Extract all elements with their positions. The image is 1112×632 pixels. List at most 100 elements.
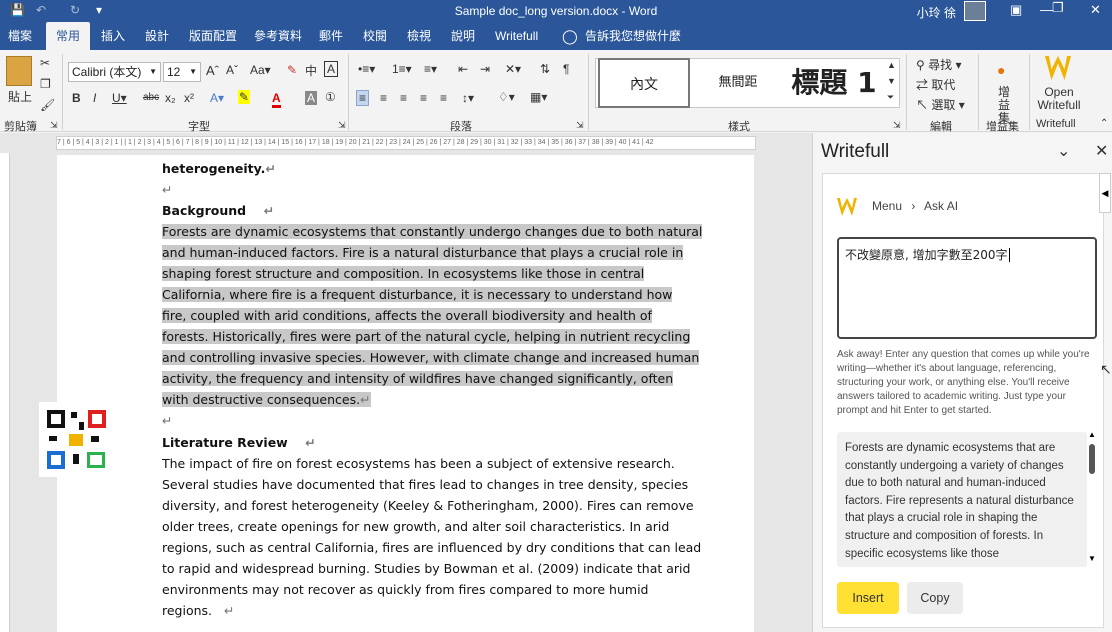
literature-section: Literature Review ↵ The impact of fire o… [162,432,701,621]
font-launcher-icon[interactable]: ⇲ [338,120,346,131]
tab-references[interactable]: 參考資料 [254,22,302,50]
shrink-font-icon[interactable]: Aˇ [226,63,238,77]
breadcrumb: Menu › Ask AI [872,199,958,213]
vertical-ruler[interactable] [0,153,10,632]
close-icon[interactable]: ✕ [1090,2,1101,18]
answer-scrollbar[interactable]: ▲ ▼ [1087,430,1097,567]
paste-button[interactable]: 貼上 [8,88,32,105]
prompt-input[interactable]: 不改變原意, 增加字數至200字 [837,237,1097,339]
styles-scroll-down-icon[interactable]: ▼ [887,76,896,86]
replace-button[interactable]: ⇄ 取代 [916,76,955,93]
document-page[interactable]: heterogeneity.↵ ↵ Background ↵ Forests a… [57,155,754,632]
styles-launcher-icon[interactable]: ⇲ [893,120,901,131]
lightbulb-icon: ◯ [562,28,578,44]
shading-icon[interactable]: ♢▾ [498,90,515,104]
styles-scroll-up-icon[interactable]: ▲ [887,60,896,70]
char-border-icon[interactable]: A [324,61,339,77]
distributed-icon[interactable]: ≡ [440,91,447,105]
tab-layout[interactable]: 版面配置 [189,22,237,50]
chinese-layout-icon[interactable]: ✕▾ [505,62,521,76]
text-line: older trees, create openings for new gro… [162,519,670,534]
cut-icon[interactable]: ✂ [40,56,50,70]
restore-icon[interactable]: ❐ [1052,0,1064,16]
align-left-icon[interactable]: ≡ [356,90,370,106]
text-effects-icon[interactable]: A▾ [210,91,224,105]
font-name-select[interactable]: Calibri (本文) ▼ [68,62,161,82]
tab-insert[interactable]: 插入 [101,22,125,50]
paragraph-launcher-icon[interactable]: ⇲ [576,120,584,131]
grow-font-icon[interactable]: Aˆ [206,63,219,78]
enclose-chars-icon[interactable]: ① [325,90,336,104]
style-no-spacing[interactable]: 無間距 [692,58,784,108]
find-button[interactable]: ⚲ 尋找 ▾ [916,56,962,73]
clear-format-icon[interactable]: ✎ [287,63,297,77]
select-button[interactable]: ↖ 選取 ▾ [916,96,965,113]
collapse-side-icon[interactable]: ◀ [1099,173,1111,213]
scroll-down-icon[interactable]: ▼ [1088,554,1096,563]
copy-icon[interactable]: ❐ [40,77,51,91]
align-right-icon[interactable]: ≡ [400,91,407,105]
bullets-icon[interactable]: •≡▾ [358,62,375,76]
font-color-icon[interactable]: A [272,91,281,108]
font-size-select[interactable]: 12 ▼ [163,62,201,82]
justify-icon[interactable]: ≡ [420,91,427,105]
tab-review[interactable]: 校閱 [363,22,387,50]
document-area: 7 | 6 | 5 | 4 | 3 | 2 | 1 | | 1 | 2 | 3 … [0,133,812,632]
addins-group-label: 增益集 [986,121,1019,133]
text-line: to rapid and widespread burning. Studies… [162,561,691,576]
user-name[interactable]: 小玲 徐 [917,4,956,21]
multilevel-icon[interactable]: ≡▾ [424,62,437,76]
scroll-up-icon[interactable]: ▲ [1088,430,1096,439]
tab-writefull[interactable]: Writefull [495,22,538,50]
tab-file[interactable]: 檔案 [8,22,32,50]
superscript-icon[interactable]: x² [184,91,194,105]
copy-button[interactable]: Copy [907,582,963,614]
addins-icon[interactable]: ● [997,62,1005,78]
paragraph-mark: ↵ [162,182,173,197]
style-heading-1[interactable]: 標題 1 [786,58,882,108]
tab-view[interactable]: 檢視 [407,22,431,50]
styles-more-icon[interactable]: ⏷ [887,92,894,103]
open-writefull-button[interactable]: Open Writefull [1034,86,1084,112]
show-marks-icon[interactable]: ¶ [563,62,569,76]
line-spacing-icon[interactable]: ↕▾ [462,91,474,105]
avatar[interactable] [964,1,986,21]
change-case-icon[interactable]: Aa▾ [250,63,271,77]
tab-home[interactable]: 常用 [46,22,91,50]
tab-help[interactable]: 說明 [451,22,475,50]
breadcrumb-menu[interactable]: Menu [872,199,902,213]
style-normal[interactable]: 內文 [598,58,690,108]
bold-icon[interactable]: B [72,91,81,105]
sort-icon[interactable]: ⇅ [540,62,550,76]
replace-icon: ⇄ [916,78,929,92]
format-painter-icon[interactable]: 🖌 [40,98,55,112]
phonetic-guide-button[interactable]: 中 [305,62,317,79]
paste-icon[interactable] [6,56,32,86]
close-icon[interactable]: ✕ [1095,141,1108,161]
numbering-icon[interactable]: 1≡▾ [392,62,412,76]
scroll-thumb[interactable] [1089,444,1095,474]
chevron-down-icon[interactable]: ⌄ [1057,141,1070,161]
subscript-icon[interactable]: x₂ [165,91,176,105]
tab-mailings[interactable]: 郵件 [319,22,343,50]
highlight-color-icon[interactable]: ✎ [238,90,251,104]
underline-icon[interactable]: U▾ [112,91,127,105]
char-shading-icon[interactable]: A [305,91,318,105]
background-section: Background ↵ Forests are dynamic ecosyst… [162,200,703,431]
decrease-indent-icon[interactable]: ⇤ [458,62,468,76]
increase-indent-icon[interactable]: ⇥ [480,62,490,76]
tab-design[interactable]: 設計 [145,22,169,50]
paragraph-mark: ↵ [360,392,371,407]
insert-button[interactable]: Insert [837,582,899,614]
ribbon-display-icon[interactable]: ▣ [1010,2,1022,18]
italic-icon[interactable]: I [93,91,96,105]
strikethrough-icon[interactable]: abc [143,92,159,103]
collapse-ribbon-icon[interactable]: ⌃ [1100,118,1108,129]
writefull-logo-icon[interactable] [1045,56,1071,80]
tell-me-search[interactable]: 告訴我您想做什麼 [585,22,681,50]
align-center-icon[interactable]: ≡ [380,91,387,105]
borders-icon[interactable]: ▦▾ [530,90,547,104]
clipboard-launcher-icon[interactable]: ⇲ [50,120,58,131]
horizontal-ruler[interactable]: 7 | 6 | 5 | 4 | 3 | 2 | 1 | | 1 | 2 | 3 … [56,136,756,150]
previous-paragraph: heterogeneity.↵ ↵ [162,158,662,200]
